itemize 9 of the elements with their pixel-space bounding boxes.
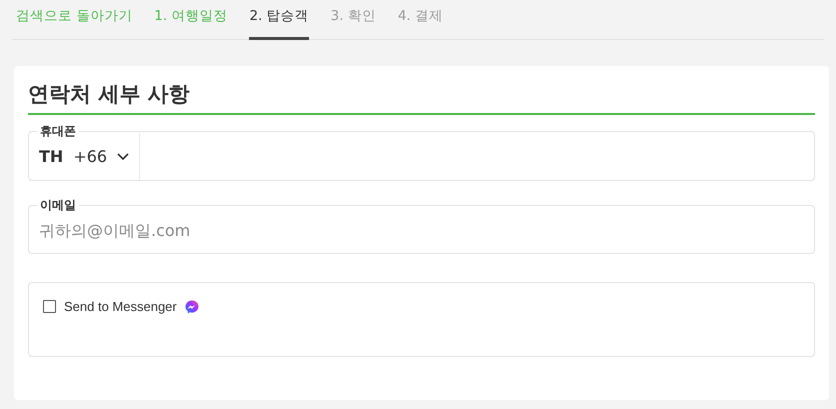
messenger-icon (184, 300, 199, 314)
step-tab[interactable]: 2. 탑승객 (249, 0, 309, 40)
email-field[interactable]: 이메일 귀하의@이메일.com (28, 199, 815, 254)
chevron-down-icon (117, 152, 130, 161)
checkbox-label[interactable]: Send to Messenger (64, 297, 177, 317)
section-title: 연락처 세부 사항 (28, 78, 815, 116)
checkbox[interactable] (43, 300, 56, 314)
phone-field[interactable]: 휴대폰 TH +66 (28, 125, 815, 182)
field-label: 이메일 (39, 199, 77, 212)
